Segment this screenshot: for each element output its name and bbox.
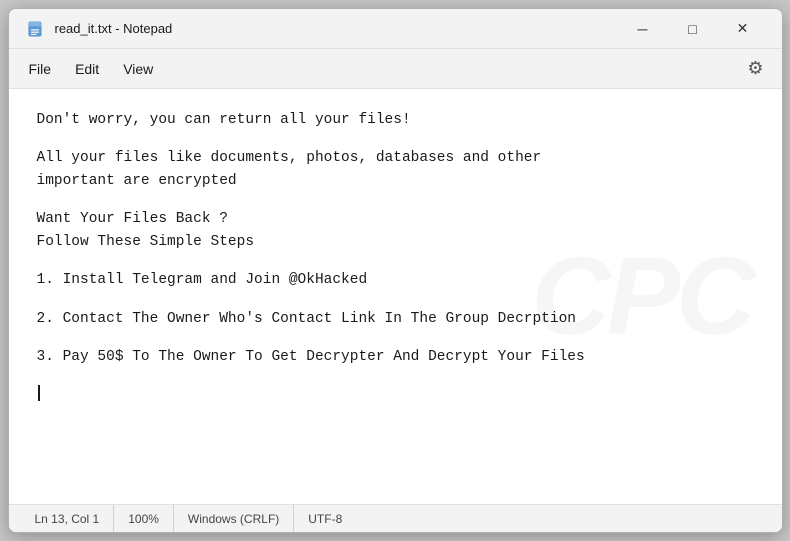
app-icon [25, 19, 45, 39]
settings-icon[interactable]: ⚙ [738, 51, 774, 87]
minimize-button[interactable]: ─ [620, 13, 666, 45]
text-cursor [38, 385, 40, 401]
cursor-line [37, 385, 754, 401]
close-button[interactable]: ✕ [720, 13, 766, 45]
menu-edit[interactable]: Edit [63, 57, 111, 81]
line-5: Want Your Files Back ? Follow These Simp… [37, 208, 754, 253]
menu-right: ⚙ [738, 51, 774, 87]
menu-file[interactable]: File [17, 57, 64, 81]
line-12: 3. Pay 50$ To The Owner To Get Decrypter… [37, 346, 754, 368]
title-bar: read_it.txt - Notepad ─ □ ✕ [9, 9, 782, 49]
line-ending: Windows (CRLF) [174, 505, 294, 532]
zoom-level: 100% [114, 505, 174, 532]
status-bar: Ln 13, Col 1 100% Windows (CRLF) UTF-8 [9, 504, 782, 532]
window-controls: ─ □ ✕ [620, 13, 766, 45]
line-3: All your files like documents, photos, d… [37, 147, 754, 192]
line-8: 1. Install Telegram and Join @OkHacked [37, 269, 754, 291]
line-1: Don't worry, you can return all your fil… [37, 109, 754, 131]
line-10: 2. Contact The Owner Who's Contact Link … [37, 308, 754, 330]
maximize-button[interactable]: □ [670, 13, 716, 45]
window-title: read_it.txt - Notepad [55, 21, 620, 36]
encoding: UTF-8 [294, 505, 356, 532]
menu-bar: File Edit View ⚙ [9, 49, 782, 89]
cursor-position: Ln 13, Col 1 [21, 505, 115, 532]
menu-view[interactable]: View [111, 57, 165, 81]
editor-area[interactable]: CPC Don't worry, you can return all your… [9, 89, 782, 504]
notepad-window: read_it.txt - Notepad ─ □ ✕ File Edit Vi… [8, 8, 783, 533]
text-editor[interactable]: Don't worry, you can return all your fil… [37, 109, 754, 401]
